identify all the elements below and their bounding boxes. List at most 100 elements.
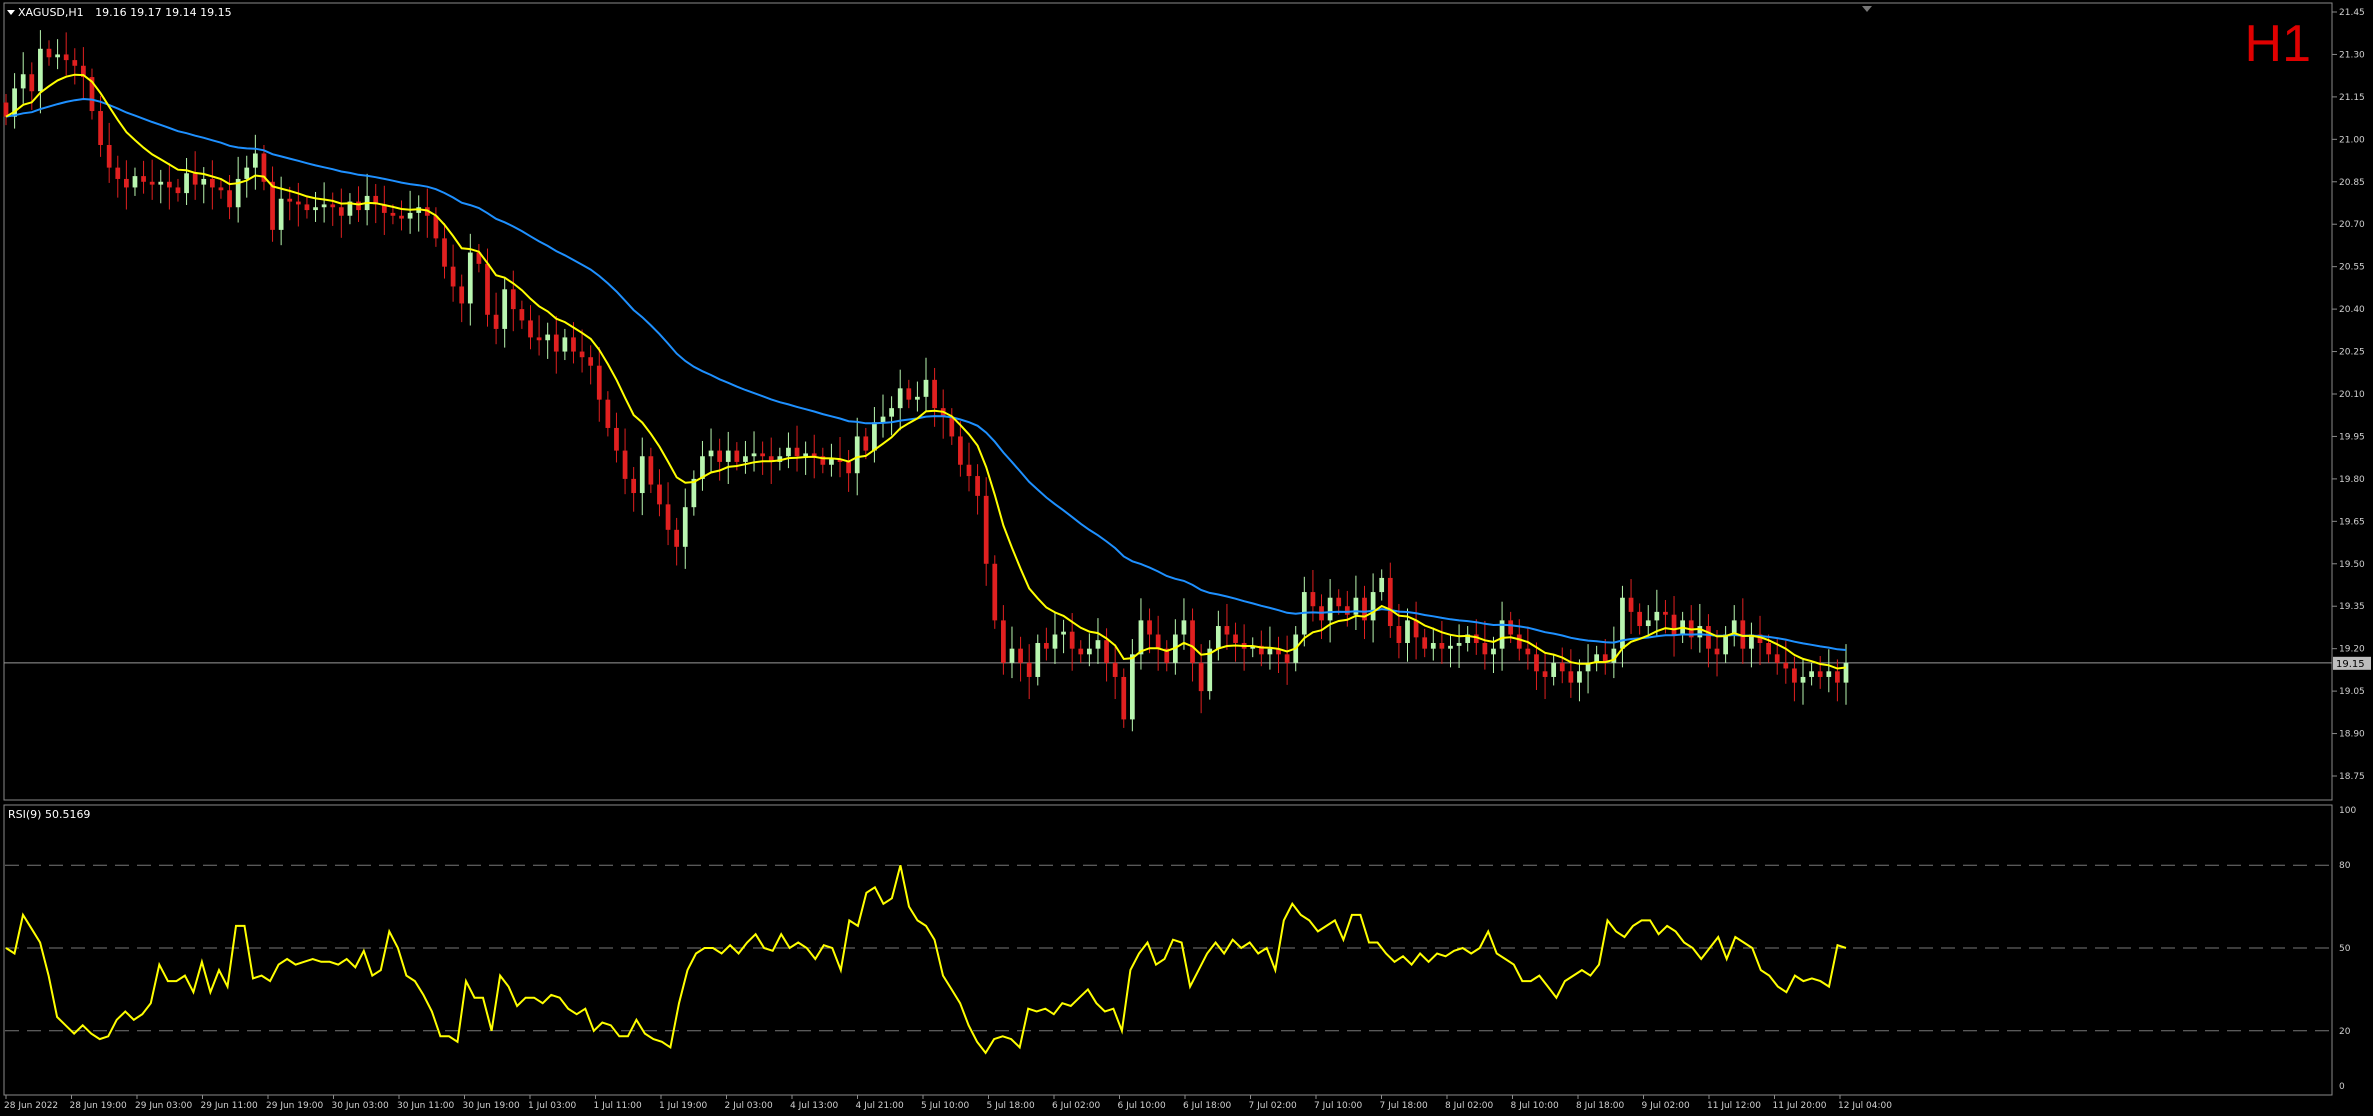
candle-body [1267,648,1273,655]
candle-body [1387,577,1393,627]
candle-body [201,178,207,185]
candle-body [321,204,327,208]
candle-body [562,337,568,352]
candle-body [184,173,189,194]
price-tick-label: 18.90 [2339,730,2365,740]
candle-body [390,212,396,216]
candle-body [1508,620,1514,635]
time-tick-label: 11 Jul 20:00 [1773,1101,1827,1111]
candle-body [949,416,955,437]
time-tick-label: 28 Jun 19:00 [70,1101,127,1111]
candle-body [992,563,998,621]
candle-body [1198,662,1204,692]
candle-body [106,144,112,168]
candle-body [846,461,851,474]
candle-body [1723,634,1728,655]
candle-body [1155,634,1161,649]
main-panel-frame [3,2,2333,801]
ohlc-values: 19.16 19.17 19.14 19.15 [95,6,232,19]
chart-shift-marker-icon[interactable] [1862,6,1872,12]
candle-body [528,320,533,338]
candle-body [218,187,224,191]
time-tick-label: 7 Jul 10:00 [1314,1101,1363,1111]
candle-body [1774,654,1780,663]
candle-body [1430,643,1436,649]
candle-body [614,427,619,451]
candle-body [932,379,937,409]
candle-body [1044,643,1049,649]
candle-body [1207,648,1213,692]
candle-body [708,450,714,457]
candle-body [313,207,318,211]
price-tick-label: 20.70 [2339,220,2365,230]
candle-body [227,190,232,208]
candle-body [1783,662,1789,669]
candle-body [493,314,499,329]
candle-body [1671,614,1677,635]
candle-body [1439,643,1445,649]
candle-body [1233,634,1238,644]
time-tick-label: 8 Jul 18:00 [1576,1101,1625,1111]
candle-body [889,408,894,417]
candle-body [450,266,456,287]
candle-body [760,453,765,457]
candle-body [923,379,929,397]
candle-body [665,504,671,530]
candle-body [1138,620,1144,655]
candle-body [1327,597,1333,621]
candle-body [1542,671,1548,677]
time-tick-label: 7 Jul 02:00 [1249,1101,1298,1111]
current-price-tag-label: 19.15 [2336,659,2365,670]
candle-body [1456,643,1462,646]
candle-body [1396,626,1402,644]
time-tick-label: 8 Jul 02:00 [1445,1101,1494,1111]
candle-body [175,187,181,194]
price-tick-label: 20.10 [2339,390,2365,400]
candle-body [1491,648,1496,655]
candle-body [1448,645,1453,649]
candle-body [192,173,198,185]
rsi-axis: 100 80 50 20 0 [2339,806,2356,1092]
time-tick-label: 9 Jul 02:00 [1642,1101,1691,1111]
rsi-level-lines [5,864,2331,1032]
candle-body [588,357,594,366]
candle-body [158,181,164,185]
candle-body [1284,654,1290,663]
rsi-line [5,864,1847,1055]
candle-body [725,450,731,462]
time-tick-label: 30 Jun 19:00 [463,1101,520,1111]
candle-body [287,198,293,202]
candle-body [132,176,138,188]
candle-body [1344,606,1350,615]
candle-body [399,215,404,219]
candle-body [1826,671,1832,677]
candle-body [295,201,301,205]
candle-body [579,351,585,358]
candle-body [803,453,808,457]
time-tick-label: 7 Jul 18:00 [1380,1101,1429,1111]
candle-body [510,289,516,310]
price-tick-label: 19.05 [2339,687,2365,697]
candle-body [1482,643,1488,655]
candle-body [485,263,490,315]
candle-body [1190,620,1195,663]
time-tick-label: 30 Jun 03:00 [332,1101,389,1111]
time-tick-label: 4 Jul 13:00 [790,1101,839,1111]
candle-body [338,207,344,216]
candle-body [1001,620,1006,663]
candle-body [1800,676,1806,683]
rsi-tick-label: 100 [2339,806,2356,816]
candle-body [915,396,920,400]
candle-body [717,450,723,462]
time-tick-label: 5 Jul 10:00 [921,1101,970,1111]
price-tick-label: 19.50 [2339,560,2365,570]
time-tick-label: 1 Jul 11:00 [594,1101,643,1111]
candle-body [1714,648,1720,655]
candle-body [115,167,121,179]
candle-body [743,456,748,462]
time-tick-label: 2 Jul 03:00 [725,1101,774,1111]
time-tick-label: 28 Jun 2022 [4,1101,58,1111]
price-tick-label: 19.95 [2339,432,2365,442]
time-tick-label: 1 Jul 03:00 [528,1101,577,1111]
candle-body [983,495,989,564]
